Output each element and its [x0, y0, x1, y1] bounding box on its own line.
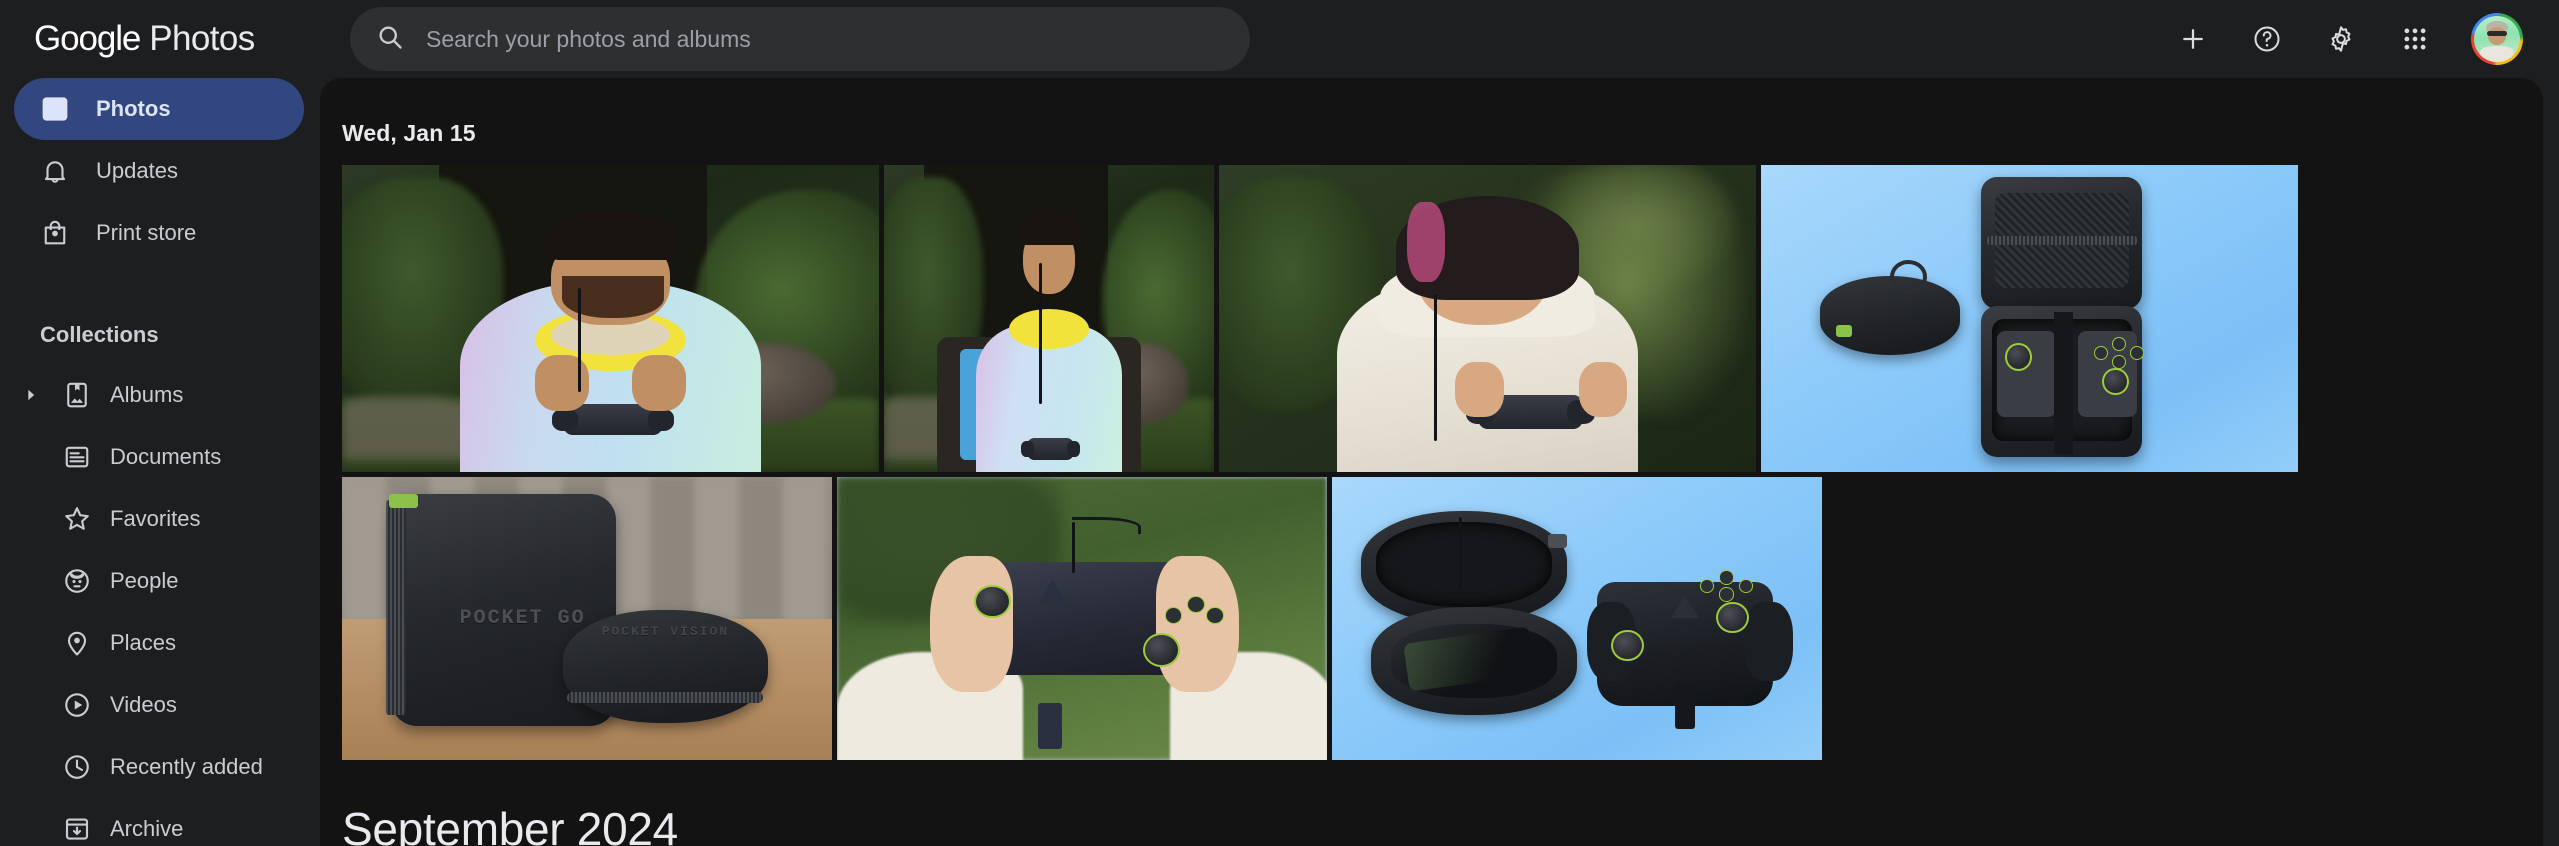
photo-thumbnail-selected[interactable] — [837, 477, 1327, 760]
app-logo[interactable]: Google Photos — [30, 19, 320, 59]
sidebar-item-recently-added[interactable]: Recently added — [14, 736, 304, 798]
document-icon — [60, 440, 94, 474]
sidebar-item-photos[interactable]: Photos — [14, 78, 304, 140]
play-circle-icon — [60, 688, 94, 722]
account-avatar[interactable] — [2471, 13, 2523, 65]
photo-image — [1219, 165, 1756, 472]
sidebar-item-label: Archive — [110, 816, 184, 841]
photo-grid-row — [342, 165, 2543, 472]
archive-icon — [60, 812, 94, 846]
photo-grid-panel: Wed, Jan 15 POCKET GO POCKET VISION Sept… — [320, 78, 2543, 846]
apps-grid-icon — [2400, 24, 2430, 54]
sidebar-item-label: Recently added — [110, 754, 263, 779]
sidebar-item-label: Albums — [110, 382, 184, 407]
album-icon — [60, 378, 94, 412]
date-header: Wed, Jan 15 — [342, 120, 476, 146]
settings-button[interactable] — [2319, 17, 2363, 61]
sidebar-item-videos[interactable]: Videos — [14, 674, 304, 736]
bell-icon — [38, 154, 72, 188]
photo-image: POCKET GO POCKET VISION — [342, 477, 832, 760]
photo-image — [342, 165, 879, 472]
create-button[interactable] — [2171, 17, 2215, 61]
sidebar-item-label: Documents — [110, 444, 222, 469]
sidebar-item-label: Print store — [96, 220, 197, 245]
sidebar-item-label: Places — [110, 630, 177, 655]
photo-image — [1761, 165, 2298, 472]
help-circle-icon — [2252, 24, 2282, 54]
logo-photos-text: Photos — [149, 19, 255, 58]
sidebar-item-favorites[interactable]: Favorites — [14, 488, 304, 550]
google-photos-app: Google Photos Search your photos and alb… — [0, 0, 2559, 846]
month-header: September 2024 — [342, 803, 678, 846]
sidebar-item-archive[interactable]: Archive — [14, 798, 304, 846]
clock-icon — [60, 750, 94, 784]
chevron-right-icon[interactable] — [18, 387, 44, 403]
photo-thumbnail[interactable] — [1761, 165, 2298, 472]
top-bar: Google Photos Search your photos and alb… — [0, 0, 2559, 78]
sidebar-item-label: Photos — [96, 96, 171, 121]
plus-icon — [2178, 24, 2208, 54]
sidebar: Photos Updates Print store Collections A… — [0, 78, 320, 846]
sidebar-item-albums[interactable]: Albums — [14, 364, 304, 426]
case-emboss-pocket-vision: POCKET VISION — [601, 624, 730, 640]
photo-thumbnail[interactable] — [342, 165, 879, 472]
logo-google-text: Google — [34, 19, 141, 58]
search-container: Search your photos and albums — [350, 7, 1250, 71]
photo-icon — [38, 92, 72, 126]
person-circle-icon — [60, 564, 94, 598]
sidebar-item-updates[interactable]: Updates — [14, 140, 304, 202]
photo-thumbnail[interactable] — [884, 165, 1214, 472]
collections-section-title: Collections — [40, 322, 159, 347]
sidebar-item-print-store[interactable]: Print store — [14, 202, 304, 264]
shopping-bag-icon — [38, 216, 72, 250]
photo-image — [884, 165, 1214, 472]
sidebar-item-label: Favorites — [110, 506, 201, 531]
photo-image — [837, 477, 1327, 760]
map-pin-icon — [60, 626, 94, 660]
help-button[interactable] — [2245, 17, 2289, 61]
photo-grid: POCKET GO POCKET VISION — [320, 165, 2543, 760]
sidebar-item-people[interactable]: People — [14, 550, 304, 612]
star-icon — [60, 502, 94, 536]
avatar-image — [2474, 16, 2520, 62]
sidebar-item-label: Updates — [96, 158, 178, 183]
photo-thumbnail[interactable] — [1219, 165, 1756, 472]
apps-button[interactable] — [2393, 17, 2437, 61]
search-placeholder: Search your photos and albums — [426, 25, 751, 52]
photo-thumbnail[interactable] — [1332, 477, 1822, 760]
top-bar-actions — [2171, 13, 2531, 65]
case-emboss-pocket-go: POCKET GO — [459, 607, 586, 631]
photo-thumbnail[interactable]: POCKET GO POCKET VISION — [342, 477, 832, 760]
search-input[interactable]: Search your photos and albums — [350, 7, 1250, 71]
sidebar-item-places[interactable]: Places — [14, 612, 304, 674]
photo-image — [1332, 477, 1822, 760]
search-icon — [376, 23, 404, 56]
sidebar-item-documents[interactable]: Documents — [14, 426, 304, 488]
gear-icon — [2326, 24, 2356, 54]
sidebar-item-label: People — [110, 568, 179, 593]
photo-grid-row: POCKET GO POCKET VISION — [342, 477, 2543, 760]
sidebar-item-label: Videos — [110, 692, 177, 717]
